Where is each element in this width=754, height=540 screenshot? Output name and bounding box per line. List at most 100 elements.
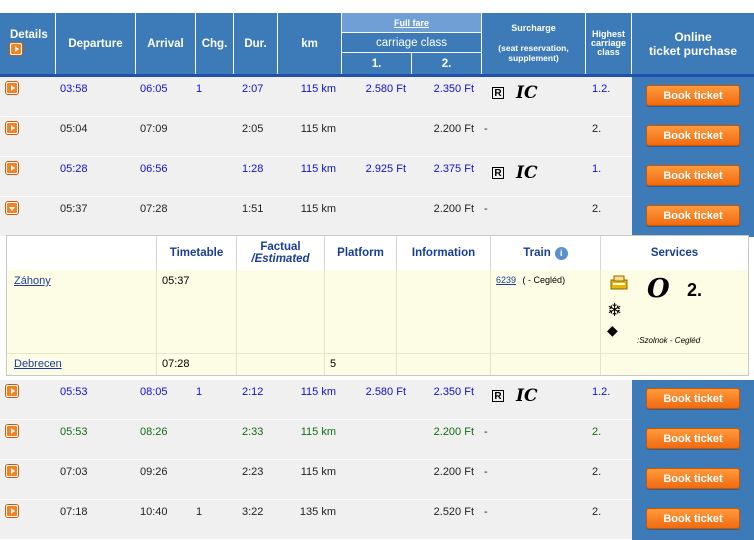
stop1-timetable: 05:37 [157,270,237,353]
booking-cell: Book ticket [632,500,754,540]
book-ticket-button[interactable]: Book ticket [646,388,740,409]
header-surcharge: Surcharge (seat reservation, supplement) [482,13,586,74]
station-link-debrecen[interactable]: Debrecen [14,358,62,370]
duration: 2:33 [242,426,264,438]
distance: 115 km [300,426,336,438]
result-row: 07:03 09:26 2:23 115 km 2.200 Ft -2. Book tick… [0,460,754,500]
highest-class: 2. [592,506,602,518]
arrival-time: 09:26 [140,466,168,478]
departure-time: 07:18 [60,506,88,518]
expand-all-icon[interactable] [10,43,22,55]
highest-class: 2. [592,426,602,438]
header-changes: Chg. [196,13,234,74]
price-class-1 [342,420,406,460]
arrival-time: 07:28 [140,203,168,215]
price-class-2: 2.200 Ft [433,466,474,478]
book-ticket-button[interactable]: Book ticket [646,508,740,529]
class-2-header: 2. [441,57,452,70]
intercity-icon: IC [516,386,538,406]
detail-stop-row: Debrecen 07:28 5 [7,353,748,375]
booking-cell: Book ticket [632,420,754,460]
expand-details-icon[interactable] [6,82,18,94]
expand-details-icon[interactable] [6,465,18,477]
header-departure: Departure [56,13,136,74]
train-detail-panel: Timetable Factual /Estimated Platform In… [6,235,749,376]
stop1-factual [237,270,325,353]
changes-count [196,117,226,157]
surcharge-icons [492,460,582,500]
header-details-label: Details [10,29,48,41]
stop2-timetable: 07:28 [157,354,237,375]
price-class-1: 2.925 Ft [365,163,406,175]
class-1-header: 1. [342,53,412,74]
booking-cell: Book ticket [632,77,754,117]
stop2-platform: 5 [325,354,397,375]
duration: 1:28 [242,163,264,175]
booking-cell: Book ticket [632,380,754,420]
expand-details-icon[interactable] [6,505,18,517]
detail-stop-row: Záhony 05:37 6239 ( - Cegléd) O 2. ❄ ◆:… [7,270,748,353]
surcharge-subtitle: (seat reservation, supplement) [498,43,569,63]
distance: 115 km [300,466,336,478]
stop2-factual [237,354,325,375]
result-row: 05:04 07:09 2:05 115 km 2.200 Ft -2. Book tick… [0,117,754,157]
result-row: 05:53 08:26 2:33 115 km 2.200 Ft -2. Book tick… [0,420,754,460]
booking-cell: Book ticket [632,197,754,237]
price-class-2: 2.200 Ft [433,426,474,438]
price-class-1 [342,460,406,500]
price-class-2: 2.375 Ft [433,163,474,175]
service-second-class: 2. [687,280,703,300]
booking-cell: Book ticket [632,460,754,500]
book-ticket-button[interactable]: Book ticket [646,428,740,449]
changes-count [196,197,226,237]
price-class-2: 2.350 Ft [433,83,474,95]
highest-class: 2. [592,203,602,215]
result-row: 05:53 08:05 1 2:12 115 km 2.580 Ft 2.350 Ft R IC… [0,380,754,420]
header-details: Details [0,13,56,74]
surcharge-icons: R IC [492,157,582,197]
train-number-link[interactable]: 6239 [496,275,516,285]
intercity-icon: IC [516,83,538,103]
book-ticket-button[interactable]: Book ticket [646,165,740,186]
departure-time: 07:03 [60,466,88,478]
train-label: Train [523,247,551,259]
arrival-time: 07:09 [140,123,168,135]
collapse-details-icon[interactable] [6,202,18,214]
changes-count: 1 [196,83,203,95]
expand-details-icon[interactable] [6,385,18,397]
expand-details-icon[interactable] [6,162,18,174]
duration: 1:51 [242,203,264,215]
duration: 2:12 [242,386,264,398]
booking-cell: Book ticket [632,157,754,197]
distance: 115 km [300,123,336,135]
book-ticket-button[interactable]: Book ticket [646,85,740,106]
expand-details-icon[interactable] [6,425,18,437]
highest-class: 2. [592,466,602,478]
departure-time: 05:04 [60,123,88,135]
price-class-2: 2.200 Ft [433,203,474,215]
detail-h-services: Services [650,247,699,259]
distance: 115 km [300,386,336,398]
arrival-time: 10:40 [140,506,168,518]
price-class-1 [342,500,406,540]
expand-details-icon[interactable] [6,122,18,134]
duration: 2:07 [242,83,264,95]
book-ticket-button[interactable]: Book ticket [646,468,740,489]
full-fare-link[interactable]: Full fare [342,13,481,33]
book-ticket-button[interactable]: Book ticket [646,205,740,226]
changes-count [196,420,226,460]
price-class-1 [342,197,406,237]
header-arrival: Arrival [136,13,196,74]
book-ticket-button[interactable]: Book ticket [646,125,740,146]
info-icon[interactable]: i [554,246,568,260]
highest-class: 1.2. [592,386,611,398]
distance: 115 km [300,83,336,95]
surcharge-icons [492,197,582,237]
train-route: ( - Cegléd) [522,275,566,285]
surcharge-title: Surcharge [511,23,556,33]
duration: 3:22 [242,506,264,518]
header-highest-class: Highest carriage class [586,13,632,74]
detail-h-platform: Platform [325,236,397,270]
station-link-zahony[interactable]: Záhony [14,275,51,287]
arrival-time: 06:56 [140,163,168,175]
